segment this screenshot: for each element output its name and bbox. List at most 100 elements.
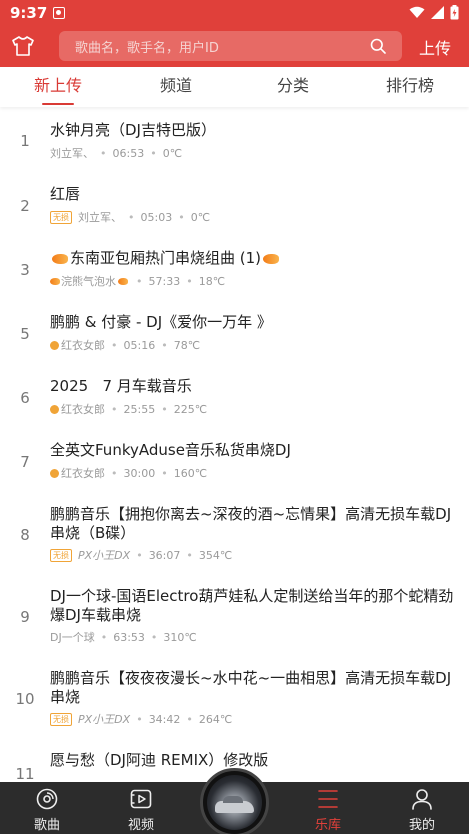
category-tabs: 新上传 频道 分类 排行榜 <box>0 67 469 107</box>
song-row[interactable]: 10 鹏鹏音乐【夜夜夜漫长~水中花~一曲相思】高清无损车载DJ串烧 无损 PX小… <box>0 667 469 737</box>
uploader-name: 红衣女郎 <box>61 467 105 480</box>
song-heat: 78℃ <box>173 338 201 352</box>
nav-label: 我的 <box>408 818 435 833</box>
song-meta: 红衣女郎 • 25:55 • 225℃ <box>50 401 207 417</box>
song-row[interactable]: 7 全英文FunkyAduse音乐私货串烧DJ 红衣女郎 • 30:00 • 160… <box>0 439 469 491</box>
uploader-name: 红衣女郎 <box>61 339 105 352</box>
uploader-name: 刘立军、 <box>50 147 94 160</box>
uploader-emoji-icon <box>50 340 59 350</box>
song-row[interactable]: 3 东南亚包厢热门串烧组曲 (1) 浣熊气泡水 • 57:33 • 18℃ <box>0 247 469 299</box>
nav-videos[interactable]: 视频 <box>94 782 188 834</box>
uploader-name: 浣熊气泡水 <box>61 275 116 288</box>
tab-label: 分类 <box>276 76 309 95</box>
search-placeholder: 歌曲名，歌手名，用户ID <box>75 40 219 56</box>
song-title-line: 东南亚包厢热门串烧组曲 (1) <box>50 249 455 268</box>
skin-button[interactable] <box>0 25 46 67</box>
song-meta: 红衣女郎 • 05:16 • 78℃ <box>50 337 200 353</box>
song-title: 2025 7 月车载音乐 <box>50 377 192 395</box>
tab-new-uploads[interactable]: 新上传 <box>18 67 98 107</box>
song-meta: 红衣女郎 • 30:00 • 160℃ <box>50 465 207 481</box>
fish-emoji-icon <box>118 277 128 285</box>
battery-icon <box>450 5 459 20</box>
tab-rankings[interactable]: 排行榜 <box>370 67 450 107</box>
song-title: DJ一个球-国语Electro葫芦娃私人定制送给当年的那个蛇精劲爆DJ车载串烧 <box>50 587 454 624</box>
song-rank: 9 <box>20 608 30 626</box>
tab-label: 新上传 <box>33 76 82 95</box>
tab-label: 排行榜 <box>385 76 434 95</box>
song-rank: 5 <box>20 325 30 343</box>
tab-channels[interactable]: 频道 <box>136 67 216 107</box>
wifi-icon <box>409 6 425 18</box>
now-playing-disc[interactable] <box>200 768 269 834</box>
user-icon <box>412 789 432 810</box>
car-artwork <box>215 796 254 813</box>
song-rank: 2 <box>20 197 30 215</box>
video-icon <box>130 789 152 809</box>
app-notification-icon <box>53 6 66 19</box>
song-rank: 1 <box>20 132 30 150</box>
upload-button[interactable]: 上传 <box>419 35 451 59</box>
song-title: 鹏鹏 & 付豪 - DJ《爱你一万年 》 <box>50 313 272 331</box>
song-row[interactable]: 9 DJ一个球-国语Electro葫芦娃私人定制送给当年的那个蛇精劲爆DJ车载串… <box>0 585 469 655</box>
song-heat: 225℃ <box>173 402 208 416</box>
search-input[interactable]: 歌曲名，歌手名，用户ID <box>59 31 402 61</box>
song-meta: 无损 PX小王DX • 34:42 • 264℃ <box>50 711 232 727</box>
fish-emoji-icon <box>52 254 68 264</box>
song-rank: 8 <box>20 526 30 544</box>
nav-label: 歌曲 <box>33 818 60 833</box>
song-heat: 264℃ <box>198 712 233 726</box>
song-title: 鹏鹏音乐【拥抱你离去~深夜的酒~忘情果】高清无损车载DJ串烧（B碟） <box>50 505 452 542</box>
song-duration: 05:16 <box>123 338 156 352</box>
song-duration: 63:53 <box>113 630 145 644</box>
song-duration: 36:07 <box>148 548 181 562</box>
tab-label: 频道 <box>159 76 192 95</box>
song-title: 全英文FunkyAduse音乐私货串烧DJ <box>50 441 291 459</box>
song-duration: 57:33 <box>148 274 181 288</box>
song-heat: 160℃ <box>173 466 208 480</box>
song-duration: 25:55 <box>123 402 156 416</box>
status-indicators <box>409 5 459 20</box>
shirt-icon <box>12 36 34 56</box>
song-rank: 6 <box>20 389 30 407</box>
tab-active-indicator <box>42 103 74 105</box>
lossless-badge: 无损 <box>50 210 72 224</box>
song-meta: 浣熊气泡水 • 57:33 • 18℃ <box>50 273 225 289</box>
fish-emoji-icon <box>50 277 60 285</box>
song-row[interactable]: 6 2025 7 月车载音乐 红衣女郎 • 25:55 • 225℃ <box>0 375 469 427</box>
search-icon[interactable] <box>370 38 386 54</box>
song-duration: 05:03 <box>140 210 173 224</box>
status-bar: 9:37 <box>0 0 469 25</box>
song-rank: 3 <box>20 261 30 279</box>
song-heat: 0℃ <box>190 210 211 224</box>
song-meta: 无损 PX小王DX • 36:07 • 354℃ <box>50 547 232 563</box>
song-title: 红唇 <box>50 185 81 203</box>
song-title: 东南亚包厢热门串烧组曲 (1) <box>70 249 262 267</box>
song-rank: 7 <box>20 453 30 471</box>
song-meta: 刘立军、 • 06:53 • 0℃ <box>50 146 183 161</box>
uploader-name: PX小王DX <box>78 549 131 562</box>
nav-songs[interactable]: 歌曲 <box>0 782 94 834</box>
nav-profile[interactable]: 我的 <box>375 782 469 834</box>
song-row[interactable]: 8 鹏鹏音乐【拥抱你离去~深夜的酒~忘情果】高清无损车载DJ串烧（B碟） 无损 … <box>0 503 469 573</box>
nav-label: 乐库 <box>314 818 341 833</box>
song-row[interactable]: 1 水钟月亮（DJ吉特巴版） 刘立军、 • 06:53 • 0℃ <box>0 119 469 171</box>
library-icon <box>318 790 338 808</box>
song-heat: 354℃ <box>198 548 233 562</box>
uploader-emoji-icon <box>50 468 59 478</box>
tab-categories[interactable]: 分类 <box>253 67 333 107</box>
status-time: 9:37 <box>10 3 48 22</box>
song-heat: 310℃ <box>163 630 197 644</box>
uploader-name: 刘立军、 <box>78 211 122 224</box>
signal-icon <box>431 6 444 19</box>
lossless-badge: 无损 <box>50 712 72 726</box>
song-row[interactable]: 5 鹏鹏 & 付豪 - DJ《爱你一万年 》 红衣女郎 • 05:16 • 78℃ <box>0 311 469 363</box>
song-heat: 18℃ <box>198 274 226 288</box>
song-duration: 30:00 <box>123 466 156 480</box>
album-cover <box>207 775 262 830</box>
song-row[interactable]: 2 红唇 无损 刘立军、 • 05:03 • 0℃ <box>0 183 469 235</box>
nav-library[interactable]: 乐库 <box>281 782 375 834</box>
fish-emoji-icon <box>263 254 280 264</box>
top-app-bar: 歌曲名，歌手名，用户ID 上传 <box>0 25 469 67</box>
song-title: 鹏鹏音乐【夜夜夜漫长~水中花~一曲相思】高清无损车载DJ串烧 <box>50 669 452 706</box>
nav-label: 视频 <box>127 818 154 833</box>
